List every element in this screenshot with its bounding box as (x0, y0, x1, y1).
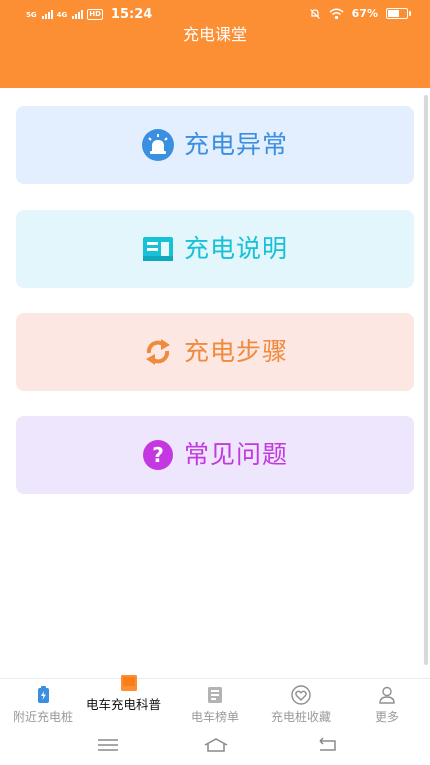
mute-icon (309, 8, 320, 19)
signal-2-label: 4G (56, 10, 68, 19)
page-title: 充电课堂 (182, 25, 247, 44)
status-time: 15:24 (110, 7, 153, 22)
charging-station-icon (38, 686, 49, 703)
system-nav-bar (0, 726, 430, 765)
person-icon (379, 686, 395, 704)
tab-nearby-chargers[interactable]: 附近充电桩 (0, 679, 86, 727)
menu-card-charging-steps[interactable]: 充电步骤 (16, 313, 414, 391)
signal-2-icon (72, 10, 84, 19)
tab-charger-favorites[interactable]: 充电桩收藏 (258, 679, 344, 727)
heart-icon (291, 685, 311, 705)
hd-badge: HD (87, 9, 103, 20)
menu-card-label: 充电异常 (183, 130, 288, 159)
document-icon (142, 233, 174, 265)
question-icon: ? (142, 439, 174, 471)
home-icon[interactable] (202, 736, 230, 754)
tab-label: 充电桩收藏 (270, 710, 331, 724)
status-right: 67% (309, 7, 411, 20)
svg-text:?: ? (152, 443, 164, 467)
back-icon[interactable] (316, 736, 340, 754)
list-icon (208, 687, 222, 703)
tab-label: 更多 (374, 710, 399, 724)
battery-icon (386, 8, 411, 19)
menu-card-label: 充电步骤 (183, 337, 288, 366)
tab-ev-charging-guide[interactable]: 电车充电科普 (86, 675, 172, 727)
signal-1-label: 5G (26, 10, 37, 19)
menu-card-faq[interactable]: ? 常见问题 (16, 416, 414, 494)
battery-percent: 67% (351, 7, 378, 20)
menu-card-label: 充电说明 (183, 234, 288, 263)
menu-card-label: 常见问题 (183, 440, 288, 469)
alarm-icon (141, 129, 174, 161)
tab-label: 附近充电桩 (12, 710, 73, 724)
book-icon (121, 675, 137, 691)
tab-ev-ranking[interactable]: 电车榜单 (172, 679, 258, 727)
scrollbar[interactable] (424, 95, 428, 665)
status-bar: 5G 4G HD 15:24 67% (0, 0, 430, 26)
menu-card-charging-abnormal[interactable]: 充电异常 (16, 106, 414, 184)
tab-label: 电车榜单 (190, 710, 239, 724)
tab-more[interactable]: 更多 (344, 679, 430, 727)
battery-fill (388, 10, 399, 17)
menu-card-charging-instructions[interactable]: 充电说明 (16, 210, 414, 288)
signal-1-icon (41, 10, 53, 19)
refresh-icon (142, 336, 174, 368)
status-left: 5G 4G HD 15:24 (26, 7, 152, 22)
menu-icon[interactable] (96, 736, 120, 754)
bottom-tab-bar: 附近充电桩 电车充电科普 电车榜单 充电桩收藏 更多 (0, 675, 430, 727)
tab-label: 电车充电科普 (86, 697, 162, 712)
wifi-icon (329, 8, 344, 19)
